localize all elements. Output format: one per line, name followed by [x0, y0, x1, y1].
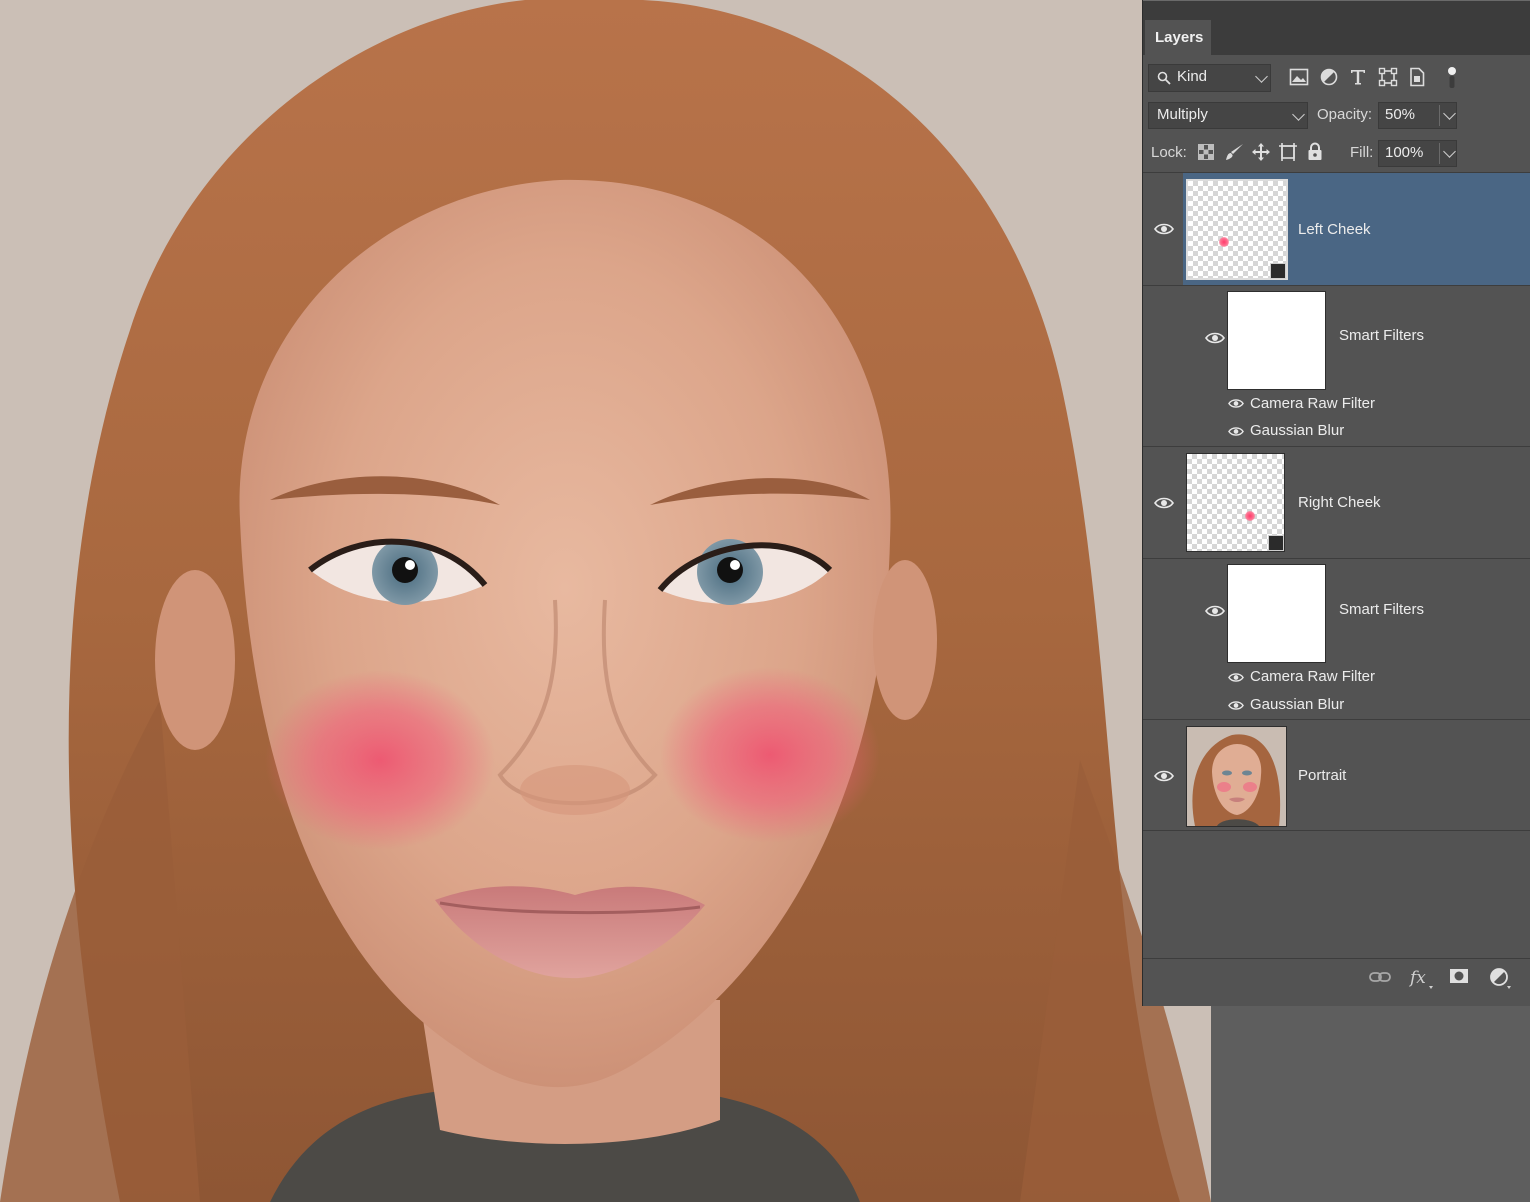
adjustment-icon[interactable] [1489, 967, 1513, 991]
document-canvas[interactable] [0, 0, 1211, 1202]
fill-value: 100% [1385, 144, 1424, 161]
blend-mode-value: Multiply [1157, 106, 1208, 123]
svg-text:fx: fx [1409, 968, 1426, 988]
lock-image-pixels-icon[interactable] [1225, 142, 1245, 162]
smart-filters-label[interactable]: Smart Filters [1339, 327, 1424, 344]
filter-pixel-layers-icon[interactable] [1289, 68, 1309, 86]
filter-kind-select[interactable]: Kind [1148, 64, 1271, 92]
layer-name[interactable]: Right Cheek [1298, 494, 1381, 511]
link-icon[interactable] [1369, 970, 1391, 984]
chevron-down-icon[interactable] [1443, 107, 1456, 120]
filter-item-gaussian-blur[interactable]: Gaussian Blur [1250, 422, 1344, 439]
fill-label: Fill: [1350, 144, 1374, 161]
smart-filters-group-right-cheek: Smart Filters Camera Raw Filter Gaussian… [1143, 559, 1530, 719]
portrait-image [0, 0, 1211, 1202]
filter-toggle-icon[interactable] [1447, 66, 1457, 90]
lock-transparent-pixels-icon[interactable] [1198, 144, 1214, 160]
smart-object-badge-icon [1268, 535, 1284, 551]
layer-filter-row: Kind [1143, 62, 1530, 94]
smart-filters-label[interactable]: Smart Filters [1339, 601, 1424, 618]
visibility-eye-icon[interactable] [1228, 700, 1244, 711]
panel-tab-bar: Layers [1143, 0, 1530, 56]
layer-thumbnail[interactable] [1186, 179, 1288, 280]
blush-dot [1219, 237, 1229, 247]
opacity-label: Opacity: [1317, 106, 1373, 123]
blush-dot [1245, 511, 1255, 521]
search-icon [1157, 71, 1171, 85]
layer-row-left-cheek[interactable]: Left Cheek [1143, 173, 1530, 285]
portrait-thumbnail[interactable] [1186, 726, 1287, 827]
visibility-eye-icon[interactable] [1205, 331, 1225, 345]
layer-name[interactable]: Left Cheek [1298, 221, 1371, 238]
tab-layers[interactable]: Layers [1145, 20, 1211, 56]
filter-shape-layers-icon[interactable] [1378, 67, 1398, 87]
visibility-eye-icon[interactable] [1228, 426, 1244, 437]
filter-adjustment-layers-icon[interactable] [1320, 68, 1338, 86]
chevron-down-icon[interactable] [1443, 145, 1456, 158]
lock-artboard-icon[interactable] [1278, 142, 1298, 162]
smart-filters-group-left-cheek: Smart Filters Camera Raw Filter Gaussian… [1143, 286, 1530, 445]
smart-filter-mask-thumbnail[interactable] [1227, 291, 1326, 390]
filter-kind-label: Kind [1177, 68, 1208, 85]
chevron-down-icon [1292, 108, 1305, 121]
fx-icon[interactable]: fx [1409, 966, 1435, 990]
lock-label: Lock: [1151, 144, 1187, 161]
filter-item-camera-raw[interactable]: Camera Raw Filter [1250, 668, 1375, 685]
lock-row: Lock: Fill: 100% [1143, 138, 1530, 168]
layers-panel: Layers Kind Multiply Opacity: 50% Lock: … [1142, 0, 1530, 1006]
filter-smart-objects-icon[interactable] [1408, 67, 1426, 87]
visibility-eye-icon[interactable] [1228, 398, 1244, 409]
visibility-eye-icon[interactable] [1154, 222, 1174, 236]
layer-row-portrait[interactable]: Portrait [1143, 720, 1530, 830]
lock-position-icon[interactable] [1251, 142, 1271, 162]
layer-thumbnail[interactable] [1186, 453, 1285, 552]
visibility-eye-icon[interactable] [1154, 496, 1174, 510]
smart-filter-mask-thumbnail[interactable] [1227, 564, 1326, 663]
visibility-eye-icon[interactable] [1154, 769, 1174, 783]
workspace-background [1211, 1005, 1530, 1202]
blend-row: Multiply Opacity: 50% [1143, 100, 1530, 130]
opacity-input[interactable]: 50% [1378, 102, 1457, 129]
filter-item-gaussian-blur[interactable]: Gaussian Blur [1250, 696, 1344, 713]
layer-name[interactable]: Portrait [1298, 767, 1346, 784]
blend-mode-select[interactable]: Multiply [1148, 102, 1308, 129]
chevron-down-icon [1255, 70, 1268, 83]
lock-all-icon[interactable] [1307, 142, 1323, 162]
mask-icon[interactable] [1449, 968, 1469, 984]
filter-item-camera-raw[interactable]: Camera Raw Filter [1250, 395, 1375, 412]
layer-row-right-cheek[interactable]: Right Cheek [1143, 447, 1530, 557]
opacity-value: 50% [1385, 106, 1416, 123]
fill-input[interactable]: 100% [1378, 140, 1457, 167]
visibility-eye-icon[interactable] [1205, 604, 1225, 618]
panel-footer: fx [1143, 958, 1530, 1006]
visibility-eye-icon[interactable] [1228, 672, 1244, 683]
filter-type-layers-icon[interactable] [1349, 68, 1367, 86]
smart-object-badge-icon [1270, 263, 1286, 279]
